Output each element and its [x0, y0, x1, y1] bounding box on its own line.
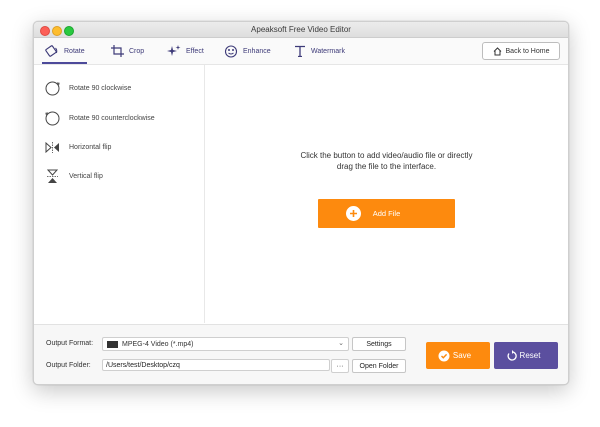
output-folder-value: /Users/test/Desktop/czq	[106, 361, 180, 369]
reset-button[interactable]: Reset	[494, 342, 558, 369]
crop-icon	[111, 45, 124, 57]
watermark-icon	[294, 45, 306, 57]
tab-watermark[interactable]: Watermark	[294, 38, 345, 64]
output-folder-field[interactable]: /Users/test/Desktop/czq	[102, 359, 330, 371]
open-folder-label: Open Folder	[359, 362, 399, 370]
output-panel: Output Format: MPEG-4 Video (*.mp4) ⌄ Se…	[34, 324, 568, 384]
output-format-select[interactable]: MPEG-4 Video (*.mp4) ⌄	[102, 337, 349, 351]
plus-icon	[346, 206, 361, 221]
enhance-icon	[224, 44, 238, 58]
rotate-cw-icon	[44, 80, 61, 97]
tab-enhance-label: Enhance	[243, 47, 271, 55]
home-icon	[493, 46, 502, 56]
settings-button[interactable]: Settings	[352, 337, 406, 351]
browse-folder-label: ···	[336, 362, 344, 370]
tab-watermark-label: Watermark	[311, 47, 345, 55]
sidebar-item-horizontal-flip-label: Horizontal flip	[69, 143, 112, 151]
browse-folder-button[interactable]: ···	[331, 359, 349, 373]
toolbar: Rotate Crop Effect Enhance Watermark Bac…	[34, 38, 568, 65]
tab-rotate-label: Rotate	[64, 47, 85, 55]
effect-icon	[167, 45, 181, 57]
tab-effect[interactable]: Effect	[167, 38, 204, 64]
rotate-icon	[44, 45, 59, 57]
back-to-home-label: Back to Home	[505, 47, 550, 55]
film-icon	[107, 340, 118, 348]
chevron-down-icon: ⌄	[338, 340, 344, 347]
check-icon	[437, 349, 450, 362]
minimize-window-button[interactable]	[52, 25, 62, 36]
reset-label: Reset	[519, 351, 541, 360]
output-format-value: MPEG-4 Video (*.mp4)	[122, 340, 194, 348]
save-button[interactable]: Save	[426, 342, 490, 369]
save-label: Save	[452, 351, 472, 360]
sidebar-item-rotate-ccw[interactable]: Rotate 90 counterclockwise	[44, 109, 155, 127]
empty-state-line-1: Click the button to add video/audio file…	[300, 151, 473, 160]
close-window-button[interactable]	[40, 25, 50, 36]
tab-crop[interactable]: Crop	[111, 38, 144, 64]
add-file-button[interactable]: Add File	[318, 199, 455, 228]
sidebar: Rotate 90 clockwise Rotate 90 counterclo…	[34, 65, 205, 323]
sidebar-item-rotate-ccw-label: Rotate 90 counterclockwise	[69, 114, 155, 122]
maximize-window-button[interactable]	[64, 25, 74, 36]
empty-state-message: Click the button to add video/audio file…	[205, 150, 568, 172]
sidebar-item-horizontal-flip[interactable]: Horizontal flip	[44, 138, 111, 156]
back-to-home-button[interactable]: Back to Home	[482, 42, 560, 60]
sidebar-item-vertical-flip-label: Vertical flip	[69, 172, 103, 180]
add-file-label: Add File	[372, 209, 401, 218]
sidebar-item-rotate-cw-label: Rotate 90 clockwise	[69, 84, 132, 92]
empty-state-line-2: drag the file to the interface.	[336, 162, 437, 171]
tab-effect-label: Effect	[186, 47, 204, 55]
rotate-ccw-icon	[44, 110, 61, 127]
tab-enhance[interactable]: Enhance	[224, 38, 271, 64]
window-title: Apeaksoft Free Video Editor	[251, 25, 351, 34]
reset-icon	[505, 349, 518, 362]
open-folder-button[interactable]: Open Folder	[352, 359, 406, 373]
sidebar-item-vertical-flip[interactable]: Vertical flip	[44, 167, 103, 185]
tab-crop-label: Crop	[129, 47, 145, 55]
horizontal-flip-icon	[44, 139, 61, 156]
output-folder-label: Output Folder:	[46, 362, 91, 369]
output-format-label: Output Format:	[46, 340, 94, 347]
settings-label: Settings	[366, 340, 392, 348]
sidebar-item-rotate-cw[interactable]: Rotate 90 clockwise	[44, 79, 131, 97]
title-bar[interactable]: Apeaksoft Free Video Editor	[34, 22, 568, 38]
app-window: Apeaksoft Free Video Editor Rotate Crop …	[33, 21, 569, 385]
tab-rotate[interactable]: Rotate	[42, 38, 87, 64]
vertical-flip-icon	[44, 168, 61, 185]
